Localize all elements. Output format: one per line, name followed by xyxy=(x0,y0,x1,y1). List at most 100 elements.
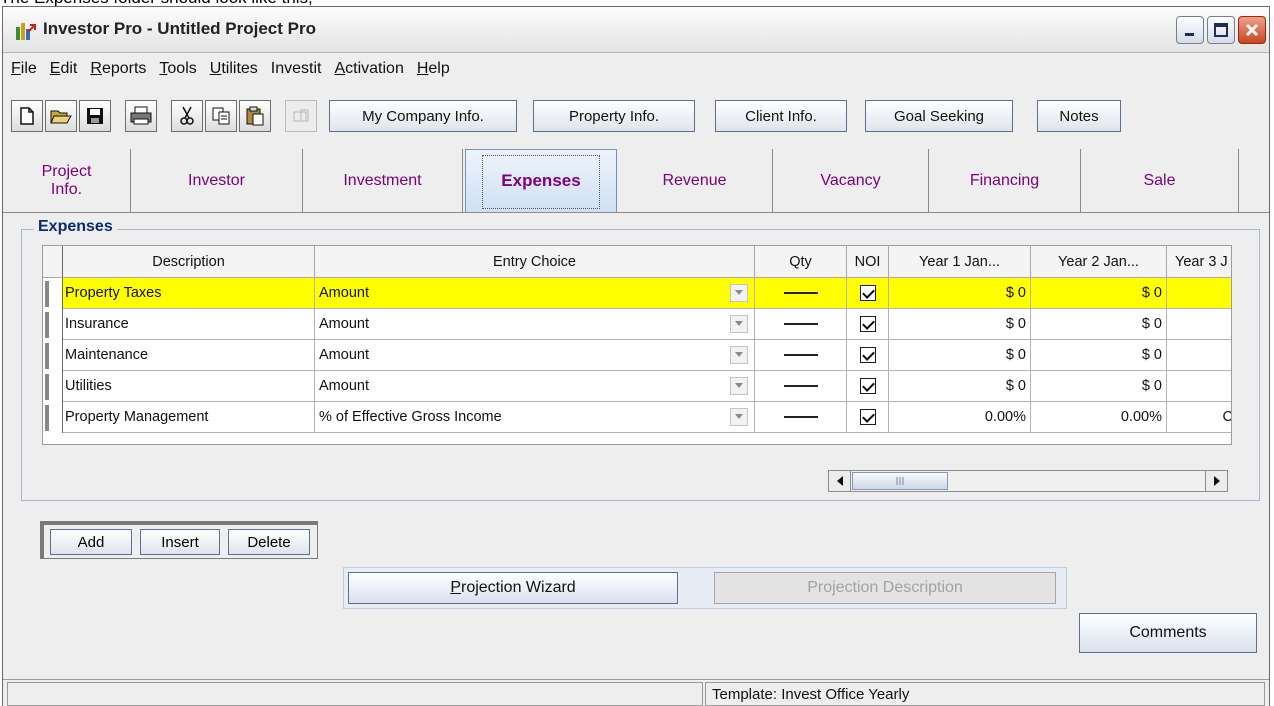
menu-tools[interactable]: Tools xyxy=(159,60,196,78)
horizontal-scrollbar[interactable] xyxy=(828,470,1228,492)
entry-choice-select[interactable]: % of Effective Gross Income xyxy=(315,402,755,433)
entry-choice-header: Entry Choice xyxy=(315,246,755,278)
copy-icon[interactable] xyxy=(205,100,237,132)
tab-sale[interactable]: Sale xyxy=(1081,149,1239,213)
noi-checkbox-cell xyxy=(847,340,889,371)
year3-cell[interactable] xyxy=(1167,371,1231,402)
scroll-right-icon[interactable] xyxy=(1205,471,1227,491)
open-folder-icon[interactable] xyxy=(45,100,77,132)
print-icon[interactable] xyxy=(125,100,157,132)
year1-cell[interactable]: $ 0 xyxy=(889,340,1031,371)
chevron-down-icon[interactable] xyxy=(730,315,748,333)
title-bar: Investor Pro - Untitled Project Pro xyxy=(3,7,1269,53)
menu-bar: File Edit Reports Tools Utilites Investi… xyxy=(3,54,1269,84)
tab-vacancy[interactable]: Vacancy xyxy=(773,149,929,213)
noi-checkbox-cell xyxy=(847,371,889,402)
noi-checkbox[interactable] xyxy=(859,347,876,363)
status-template: Template: Invest Office Yearly xyxy=(705,682,1265,706)
year2-cell[interactable]: $ 0 xyxy=(1031,371,1167,402)
scroll-thumb[interactable] xyxy=(852,472,948,490)
description-cell[interactable]: Maintenance xyxy=(63,340,315,371)
row-marker[interactable] xyxy=(43,309,63,340)
year3-cell[interactable] xyxy=(1167,340,1231,371)
tab-financing[interactable]: Financing xyxy=(929,149,1081,213)
description-cell[interactable]: Property Management xyxy=(63,402,315,433)
year1-header: Year 1 Jan... xyxy=(889,246,1031,278)
noi-checkbox[interactable] xyxy=(859,409,876,425)
description-cell[interactable]: Insurance xyxy=(63,309,315,340)
menu-utilites[interactable]: Utilites xyxy=(210,60,258,78)
row-marker[interactable] xyxy=(43,402,63,433)
chevron-down-icon[interactable] xyxy=(730,377,748,395)
chevron-down-icon[interactable] xyxy=(730,284,748,302)
qty-cell[interactable] xyxy=(755,371,847,402)
qty-cell[interactable] xyxy=(755,278,847,309)
delete-button[interactable]: Delete xyxy=(228,529,310,555)
tab-revenue[interactable]: Revenue xyxy=(617,149,773,213)
row-marker[interactable] xyxy=(43,340,63,371)
row-marker[interactable] xyxy=(43,278,63,309)
year2-cell[interactable]: $ 0 xyxy=(1031,340,1167,371)
new-file-icon[interactable] xyxy=(11,100,43,132)
description-cell[interactable]: Property Taxes xyxy=(63,278,315,309)
year1-cell[interactable]: $ 0 xyxy=(889,371,1031,402)
tab-expenses[interactable]: Expenses xyxy=(465,149,617,213)
close-icon[interactable] xyxy=(1238,16,1266,44)
entry-choice-value: % of Effective Gross Income xyxy=(319,409,502,425)
year3-cell[interactable] xyxy=(1167,309,1231,340)
save-icon[interactable] xyxy=(79,100,111,132)
noi-column: NOI xyxy=(847,246,889,444)
comments-button[interactable]: Comments xyxy=(1079,613,1257,653)
entry-choice-select[interactable]: Amount xyxy=(315,278,755,309)
noi-checkbox[interactable] xyxy=(859,378,876,394)
chevron-down-icon[interactable] xyxy=(730,408,748,426)
noi-header: NOI xyxy=(847,246,889,278)
year2-cell[interactable]: $ 0 xyxy=(1031,278,1167,309)
notes-button[interactable]: Notes xyxy=(1037,100,1121,132)
year2-cell[interactable]: $ 0 xyxy=(1031,309,1167,340)
qty-cell[interactable] xyxy=(755,402,847,433)
entry-choice-select[interactable]: Amount xyxy=(315,309,755,340)
insert-button[interactable]: Insert xyxy=(140,529,220,555)
menu-reports[interactable]: Reports xyxy=(90,60,146,78)
noi-checkbox[interactable] xyxy=(859,316,876,332)
menu-edit[interactable]: Edit xyxy=(50,60,78,78)
description-cell[interactable]: Utilities xyxy=(63,371,315,402)
qty-cell[interactable] xyxy=(755,309,847,340)
year3-column: Year 3 J C xyxy=(1167,246,1231,444)
chevron-down-icon[interactable] xyxy=(730,346,748,364)
menu-activation[interactable]: Activation xyxy=(334,60,403,78)
menu-file[interactable]: File xyxy=(11,60,37,78)
year3-cell[interactable] xyxy=(1167,278,1231,309)
qty-cell[interactable] xyxy=(755,340,847,371)
entry-choice-select[interactable]: Amount xyxy=(315,371,755,402)
cut-icon[interactable] xyxy=(171,100,203,132)
entry-choice-select[interactable]: Amount xyxy=(315,340,755,371)
minimize-icon[interactable] xyxy=(1176,16,1204,44)
my-company-info-button[interactable]: My Company Info. xyxy=(329,100,517,132)
maximize-icon[interactable] xyxy=(1207,16,1235,44)
description-header: Description xyxy=(63,246,315,278)
year1-cell[interactable]: 0.00% xyxy=(889,402,1031,433)
year2-cell[interactable]: 0.00% xyxy=(1031,402,1167,433)
entry-choice-value: Amount xyxy=(319,285,369,301)
menu-investit[interactable]: Investit xyxy=(271,60,322,78)
year3-cell[interactable]: C xyxy=(1167,402,1231,433)
tab-investment[interactable]: Investment xyxy=(303,149,463,213)
row-marker-column xyxy=(43,246,63,444)
projection-wizard-button[interactable]: Projection Wizard xyxy=(348,572,678,604)
client-info-button[interactable]: Client Info. xyxy=(715,100,847,132)
property-info-button[interactable]: Property Info. xyxy=(533,100,695,132)
year1-cell[interactable]: $ 0 xyxy=(889,278,1031,309)
noi-checkbox[interactable] xyxy=(859,285,876,301)
add-button[interactable]: Add xyxy=(50,529,132,555)
year1-cell[interactable]: $ 0 xyxy=(889,309,1031,340)
disabled-icon xyxy=(285,100,317,132)
menu-help[interactable]: Help xyxy=(417,60,450,78)
tab-project-info[interactable]: Project Info. xyxy=(3,149,131,213)
tab-investor[interactable]: Investor xyxy=(131,149,303,213)
row-marker[interactable] xyxy=(43,371,63,402)
paste-icon[interactable] xyxy=(239,100,271,132)
scroll-left-icon[interactable] xyxy=(829,471,851,491)
goal-seeking-button[interactable]: Goal Seeking xyxy=(865,100,1013,132)
